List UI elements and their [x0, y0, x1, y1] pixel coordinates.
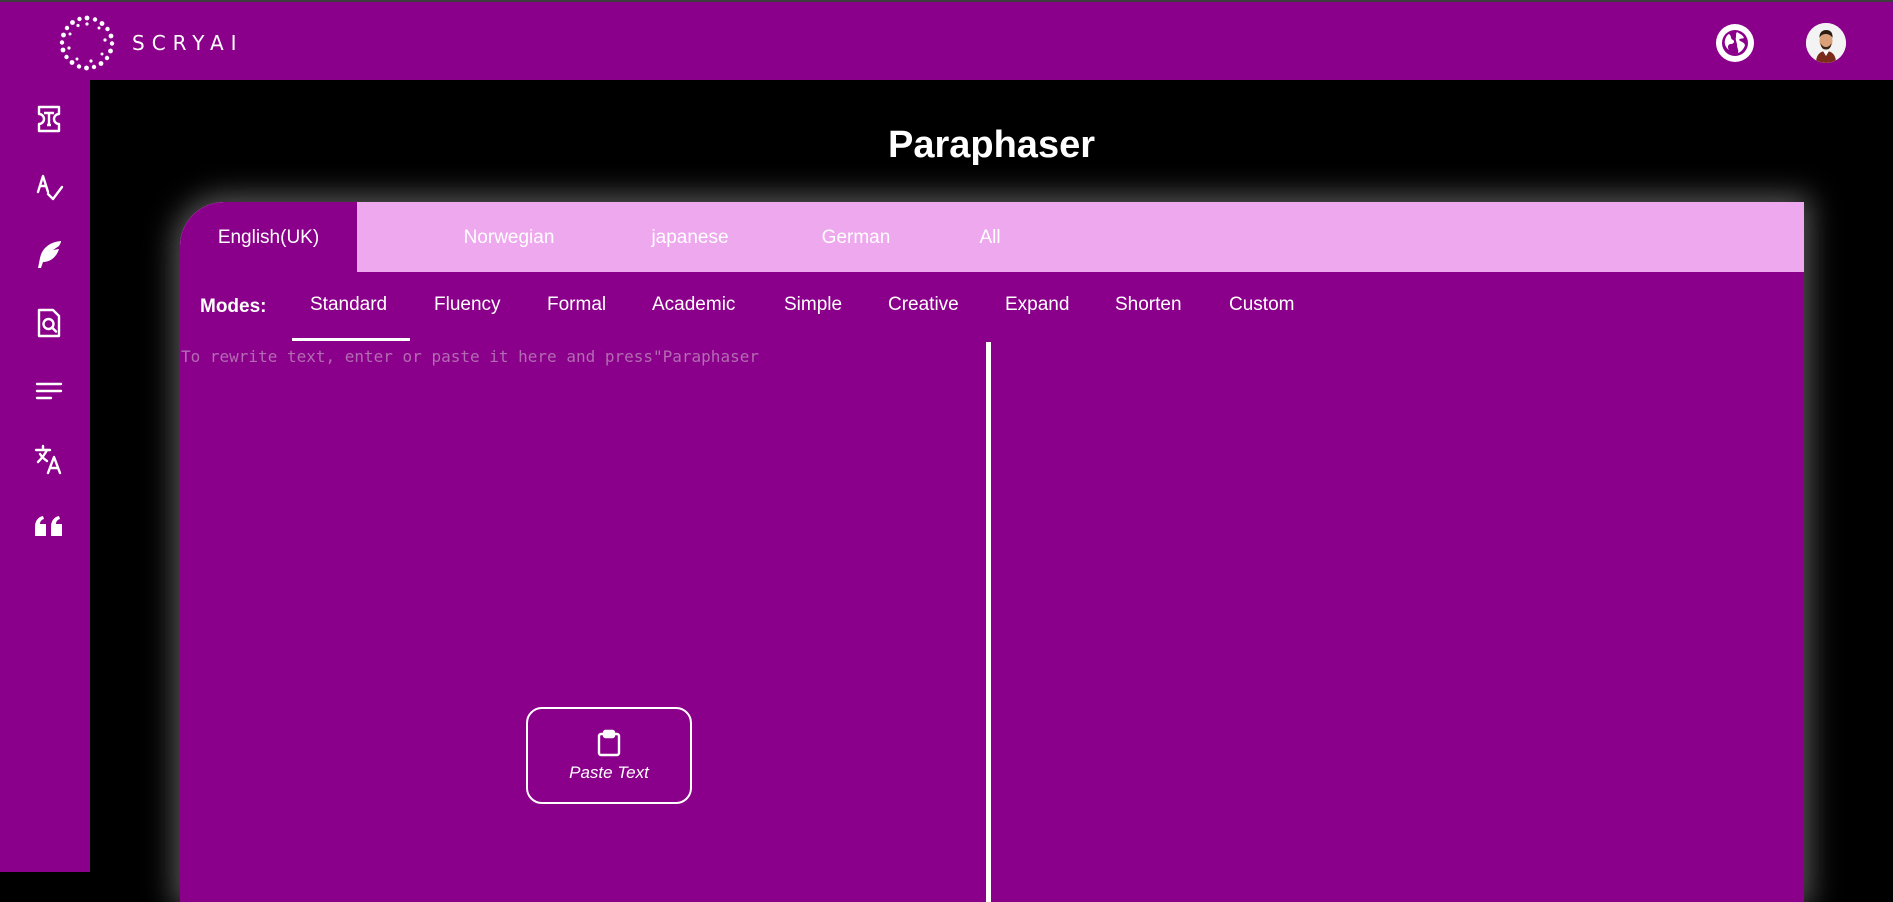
mode-custom[interactable]: Custom [1229, 294, 1294, 316]
top-bar: SCRYAI [0, 0, 1893, 80]
page-title: Paraphaser [887, 124, 1095, 166]
panel-divider [986, 342, 991, 902]
input-panel [180, 342, 990, 902]
sidebar-item-text-tool[interactable] [25, 95, 73, 143]
mode-shorten[interactable]: Shorten [1115, 294, 1182, 316]
sidebar-item-writer[interactable] [25, 231, 73, 279]
paraphrase-input[interactable] [180, 342, 990, 902]
sidebar-item-citation[interactable] [25, 503, 73, 551]
spell-check-icon [36, 174, 64, 201]
modes-label: Modes: [200, 296, 267, 317]
tab-english-uk[interactable]: English(UK) [180, 202, 357, 272]
tab-japanese[interactable]: japanese [625, 202, 755, 272]
sidebar-item-plagiarism-checker[interactable] [25, 299, 73, 347]
quote-icon [35, 516, 62, 536]
mode-formal[interactable]: Formal [547, 294, 606, 316]
user-avatar[interactable] [1806, 23, 1846, 63]
paste-text-label: Paste Text [569, 762, 649, 782]
main-content: Paraphaser English(UK) Norwegian japanes… [90, 80, 1893, 902]
globe-icon [1722, 30, 1748, 56]
feather-icon [38, 241, 61, 268]
clipboard-icon [597, 729, 621, 756]
document-search-icon [37, 308, 61, 338]
mode-standard[interactable]: Standard [310, 294, 387, 316]
sidebar-item-summarizer[interactable] [25, 367, 73, 415]
mode-academic[interactable]: Academic [652, 294, 735, 316]
sidebar-item-translator[interactable] [25, 435, 73, 483]
paste-text-button[interactable]: Paste Text [526, 707, 692, 804]
scryai-logo-icon [59, 15, 115, 71]
language-tabs: English(UK) Norwegian japanese German Al… [180, 202, 1804, 272]
translate-icon [34, 444, 62, 475]
mode-creative[interactable]: Creative [888, 294, 959, 316]
mode-fluency[interactable]: Fluency [434, 294, 501, 316]
tab-german[interactable]: German [791, 202, 921, 272]
avatar-icon [1806, 23, 1846, 63]
globe-button[interactable] [1716, 24, 1754, 62]
output-panel [992, 342, 1804, 902]
brand-logo[interactable]: SCRYAI [58, 14, 244, 72]
modes-bar: Modes: Standard Fluency Formal Academic … [180, 272, 1804, 342]
tab-norwegian[interactable]: Norwegian [444, 202, 574, 272]
sidebar [0, 80, 90, 872]
tab-all[interactable]: All [945, 202, 1035, 272]
mode-expand[interactable]: Expand [1005, 294, 1069, 316]
lines-icon [35, 382, 63, 400]
brand-name: SCRYAI [132, 31, 244, 55]
active-mode-indicator [292, 338, 410, 341]
sidebar-item-grammar-checker[interactable] [25, 163, 73, 211]
paraphraser-panel: English(UK) Norwegian japanese German Al… [180, 202, 1804, 902]
text-frame-icon [37, 105, 61, 133]
mode-simple[interactable]: Simple [784, 294, 842, 316]
